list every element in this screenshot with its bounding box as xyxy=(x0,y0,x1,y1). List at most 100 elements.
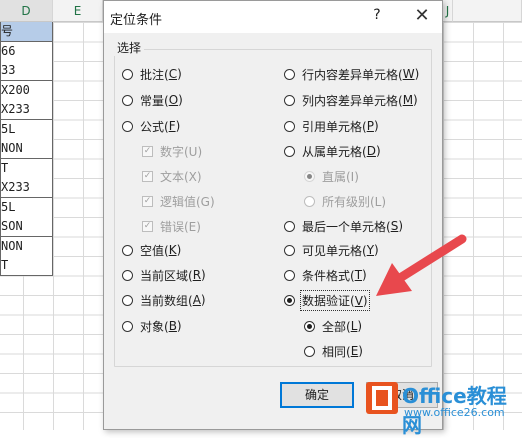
radio-circle[interactable] xyxy=(122,269,133,281)
option-suffix: ) xyxy=(413,93,418,107)
option-suffix: ) xyxy=(362,293,368,308)
column-header-d[interactable]: D xyxy=(0,0,53,22)
cell-d12[interactable]: NON xyxy=(0,237,53,257)
dialog-titlebar[interactable]: 定位条件 ? ✕ xyxy=(104,1,442,33)
radio-circle[interactable] xyxy=(284,145,295,157)
help-button[interactable]: ? xyxy=(366,7,388,27)
radio-dependents[interactable]: 从属单元格(D) xyxy=(284,142,381,160)
column-header-k[interactable] xyxy=(453,0,522,22)
option-accesskey: R xyxy=(192,268,202,282)
option-suffix: ) xyxy=(373,119,379,133)
radio-circle[interactable] xyxy=(284,244,295,256)
radio-formulas[interactable]: 公式(F) xyxy=(122,117,180,135)
option-suffix: ) xyxy=(374,243,379,257)
radio-circle[interactable] xyxy=(122,68,133,80)
option-label: 公式( xyxy=(140,119,169,134)
radio-circle[interactable] xyxy=(122,294,133,306)
checkbox-box[interactable]: ✓ xyxy=(142,220,153,232)
option-accesskey: S xyxy=(390,219,399,233)
cell-d7[interactable]: NON xyxy=(0,139,53,159)
checkbox-box[interactable]: ✓ xyxy=(142,195,153,207)
radio-circle[interactable] xyxy=(304,170,315,182)
option-suffix: ) xyxy=(398,219,403,233)
radio-constants[interactable]: 常量(O) xyxy=(122,91,183,109)
radio-circle[interactable] xyxy=(122,244,133,256)
option-suffix: ) xyxy=(414,67,420,81)
watermark-url: www.office26.com xyxy=(404,406,505,419)
radio-circle[interactable] xyxy=(284,294,295,306)
office-logo-icon xyxy=(366,382,398,414)
option-label: 空值( xyxy=(140,243,169,258)
column-header-j[interactable]: J xyxy=(443,0,453,22)
option-suffix: ) xyxy=(177,67,182,81)
radio-precedents[interactable]: 引用单元格(P) xyxy=(284,117,379,135)
radio-comments[interactable]: 批注(C) xyxy=(122,65,182,83)
option-label: 批注( xyxy=(140,67,169,82)
radio-blanks[interactable]: 空值(K) xyxy=(122,241,181,259)
go-to-special-dialog: 定位条件 ? ✕ 选择 批注(C) 常量(O) 公式(F) ✓ 数字(U) ✓ … xyxy=(103,0,443,430)
option-accesskey: W xyxy=(402,67,415,81)
option-accesskey: C xyxy=(168,67,178,81)
option-label: 行内容差异单元格( xyxy=(302,67,403,82)
cell-d5[interactable]: X233 xyxy=(0,100,53,120)
option-suffix: ) xyxy=(176,243,182,257)
option-suffix: ) xyxy=(358,344,363,358)
radio-visible-cells[interactable]: 可见单元格(Y) xyxy=(284,241,379,259)
checkbox-errors[interactable]: ✓ 错误(E) xyxy=(142,217,201,235)
column-header-e[interactable]: E xyxy=(53,0,103,22)
cell-d4[interactable]: X200 xyxy=(0,81,53,101)
radio-circle[interactable] xyxy=(304,195,315,207)
radio-row-differences[interactable]: 行内容差异单元格(W) xyxy=(284,65,419,83)
cell-d1[interactable]: 号 xyxy=(0,22,53,42)
dialog-title: 定位条件 xyxy=(110,13,163,28)
option-suffix: ) xyxy=(176,319,182,333)
option-accesskey: M xyxy=(402,93,414,107)
cell-d2[interactable]: 66 xyxy=(0,42,53,62)
radio-current-array[interactable]: 当前数组(A) xyxy=(122,291,206,309)
checkbox-box[interactable]: ✓ xyxy=(142,170,153,182)
radio-circle[interactable] xyxy=(122,94,133,106)
radio-validation-all[interactable]: 全部(L) xyxy=(304,317,362,335)
radio-circle[interactable] xyxy=(284,68,295,80)
cell-d10[interactable]: 5L xyxy=(0,198,53,218)
option-accesskey: Y xyxy=(366,243,375,257)
radio-direct-only[interactable]: 直属(I) xyxy=(304,167,359,185)
option-label: 相同( xyxy=(322,344,351,359)
radio-column-differences[interactable]: 列内容差异单元格(M) xyxy=(284,91,418,109)
radio-current-region[interactable]: 当前区域(R) xyxy=(122,266,206,284)
radio-circle[interactable] xyxy=(284,269,295,281)
cell-d11[interactable]: SON xyxy=(0,217,53,237)
option-label: 所有级别(L) xyxy=(322,194,387,209)
option-label: 最后一个单元格( xyxy=(302,219,391,234)
cell-d6[interactable]: 5L xyxy=(0,120,53,140)
option-label: 当前区域( xyxy=(140,268,193,283)
ok-button[interactable]: 确定 xyxy=(280,382,354,408)
radio-circle[interactable] xyxy=(304,320,315,332)
radio-circle[interactable] xyxy=(122,320,133,332)
option-label: 数据验证( xyxy=(302,293,355,308)
cell-d3[interactable]: 33 xyxy=(0,61,53,81)
cell-d9[interactable]: X233 xyxy=(0,178,53,198)
checkbox-box[interactable]: ✓ xyxy=(142,145,153,157)
checkbox-text[interactable]: ✓ 文本(X) xyxy=(142,167,202,185)
option-suffix: ) xyxy=(375,144,381,158)
radio-circle[interactable] xyxy=(284,220,295,232)
checkbox-numbers[interactable]: ✓ 数字(U) xyxy=(142,142,202,160)
radio-objects[interactable]: 对象(B) xyxy=(122,317,182,335)
radio-last-cell[interactable]: 最后一个单元格(S) xyxy=(284,217,403,235)
checkbox-logicals[interactable]: ✓ 逻辑值(G) xyxy=(142,192,215,210)
cell-d8[interactable]: T xyxy=(0,159,53,179)
checkbox-label: 逻辑值(G) xyxy=(160,194,215,209)
radio-all-levels[interactable]: 所有级别(L) xyxy=(304,192,386,210)
radio-circle[interactable] xyxy=(122,120,133,132)
option-accesskey: F xyxy=(168,119,176,133)
radio-circle[interactable] xyxy=(284,94,295,106)
radio-circle[interactable] xyxy=(304,345,315,357)
option-label: 全部( xyxy=(322,319,351,334)
close-button[interactable]: ✕ xyxy=(409,5,435,27)
cell-d13[interactable]: T xyxy=(0,256,53,276)
radio-conditional-formats[interactable]: 条件格式(T) xyxy=(284,266,367,284)
radio-circle[interactable] xyxy=(284,120,295,132)
radio-data-validation[interactable]: 数据验证(V) xyxy=(284,289,370,311)
radio-validation-same[interactable]: 相同(E) xyxy=(304,342,363,360)
